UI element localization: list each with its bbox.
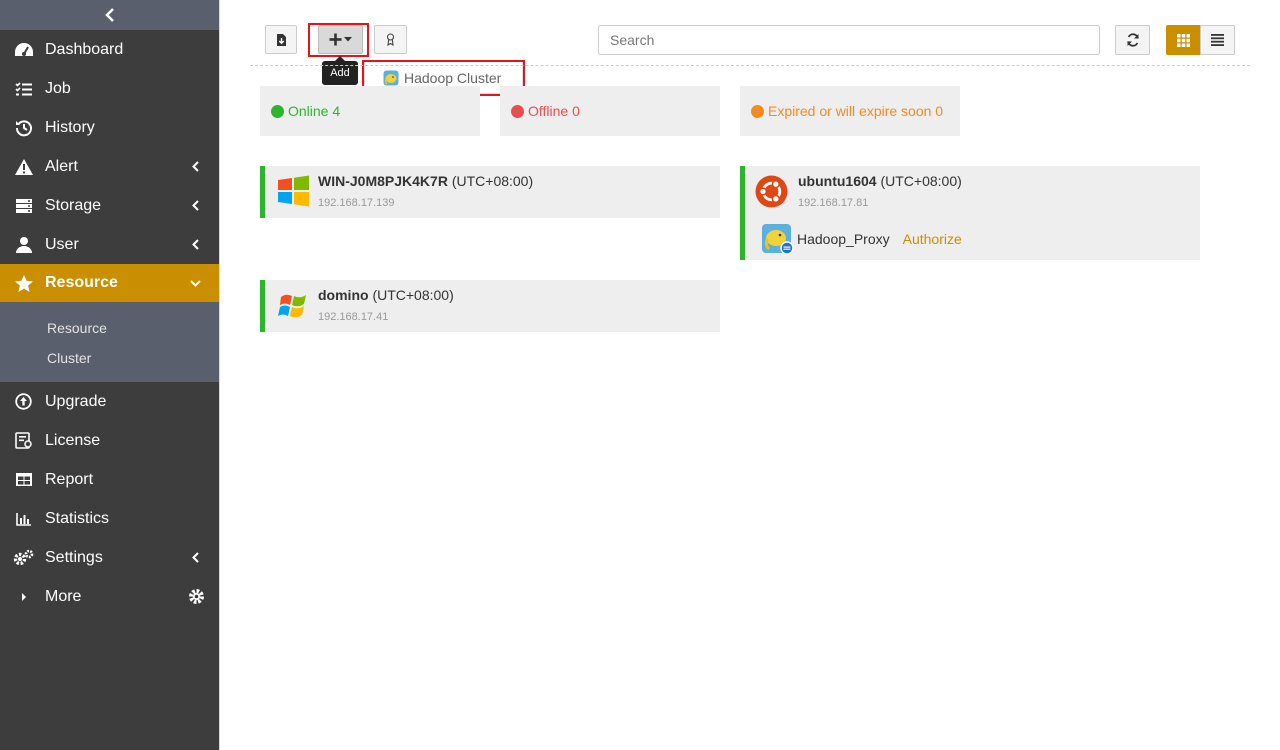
grid-icon bbox=[1177, 33, 1190, 47]
sidebar-collapse-button[interactable] bbox=[0, 0, 219, 30]
sidebar-item-resource[interactable]: Resource bbox=[0, 264, 219, 302]
status-offline-label: Offline 0 bbox=[528, 103, 580, 119]
dashboard-icon bbox=[14, 42, 33, 56]
grid-view-button[interactable] bbox=[1166, 25, 1201, 55]
status-online-label: Online 4 bbox=[288, 103, 341, 119]
status-expired[interactable]: Expired or will expire soon 0 bbox=[740, 86, 960, 136]
sidebar-item-more[interactable]: More bbox=[0, 577, 219, 616]
host-name: WIN-J0M8PJK4K7R (UTC+08:00) bbox=[318, 173, 534, 189]
status-online[interactable]: Online 4 bbox=[260, 86, 480, 136]
user-icon bbox=[15, 237, 32, 253]
import-button[interactable] bbox=[265, 25, 297, 54]
sidebar: Dashboard Job History Alert Storage User… bbox=[0, 0, 220, 750]
chevron-down-icon bbox=[189, 279, 201, 287]
app-row-hadoop-proxy: Hadoop_Proxy Authorize bbox=[745, 218, 1200, 260]
online-dot-icon bbox=[271, 104, 284, 118]
ribbon-badge-icon bbox=[386, 33, 395, 46]
license-icon bbox=[14, 432, 32, 449]
ubuntu-icon bbox=[755, 175, 787, 208]
statistics-icon bbox=[15, 512, 31, 526]
license-button[interactable] bbox=[374, 25, 407, 54]
list-icon bbox=[1211, 34, 1224, 46]
chevron-left-icon bbox=[191, 239, 199, 250]
sidebar-item-job[interactable]: Job bbox=[0, 69, 219, 108]
hadoop-proxy-icon bbox=[762, 224, 794, 255]
host-card-domino[interactable]: domino (UTC+08:00) 192.168.17.41 bbox=[260, 280, 720, 332]
host-ip: 192.168.17.41 bbox=[318, 311, 389, 323]
star-icon bbox=[14, 274, 33, 292]
host-name: ubuntu1604 (UTC+08:00) bbox=[798, 173, 962, 189]
history-icon bbox=[15, 119, 32, 136]
windows-icon bbox=[277, 175, 309, 207]
host-name: domino (UTC+08:00) bbox=[318, 287, 454, 303]
sidebar-item-history[interactable]: History bbox=[0, 108, 219, 147]
sidebar-item-alert[interactable]: Alert bbox=[0, 147, 219, 186]
resource-submenu: Resource Cluster bbox=[0, 302, 219, 382]
report-icon bbox=[15, 473, 32, 486]
search-input[interactable] bbox=[598, 25, 1100, 55]
status-expired-label: Expired or will expire soon 0 bbox=[768, 103, 944, 119]
status-offline[interactable]: Offline 0 bbox=[500, 86, 720, 136]
sidebar-item-license[interactable]: License bbox=[0, 421, 219, 460]
sidebar-item-settings[interactable]: Settings bbox=[0, 538, 219, 577]
upgrade-icon bbox=[15, 393, 32, 410]
settings-icon bbox=[13, 549, 33, 566]
file-download-icon bbox=[276, 33, 286, 46]
chevron-left-icon bbox=[191, 161, 199, 172]
chevron-left-icon bbox=[191, 200, 199, 211]
alert-icon bbox=[14, 158, 33, 175]
chevron-left-icon bbox=[191, 552, 199, 563]
list-view-button[interactable] bbox=[1200, 25, 1235, 55]
sidebar-item-upgrade[interactable]: Upgrade bbox=[0, 382, 219, 421]
sidebar-item-user[interactable]: User bbox=[0, 225, 219, 264]
submenu-item-cluster[interactable]: Cluster bbox=[0, 343, 219, 373]
sidebar-item-storage[interactable]: Storage bbox=[0, 186, 219, 225]
sidebar-item-report[interactable]: Report bbox=[0, 460, 219, 499]
offline-dot-icon bbox=[511, 104, 524, 118]
app-name: Hadoop_Proxy bbox=[797, 231, 890, 247]
caret-right-icon bbox=[21, 592, 26, 601]
refresh-icon bbox=[1126, 33, 1139, 47]
refresh-button[interactable] bbox=[1115, 25, 1150, 55]
host-card-ubuntu[interactable]: ubuntu1604 (UTC+08:00) 192.168.17.81 Had… bbox=[740, 166, 1200, 260]
host-ip: 192.168.17.81 bbox=[798, 197, 869, 209]
host-ip: 192.168.17.139 bbox=[318, 197, 395, 209]
sidebar-item-statistics[interactable]: Statistics bbox=[0, 499, 219, 538]
storage-icon bbox=[15, 198, 32, 213]
windows-xp-icon bbox=[277, 294, 306, 318]
sidebar-item-dashboard[interactable]: Dashboard bbox=[0, 30, 219, 69]
toolbar-divider bbox=[250, 65, 1250, 66]
gear-icon[interactable] bbox=[188, 588, 205, 605]
job-list-icon bbox=[14, 81, 32, 95]
submenu-item-resource[interactable]: Resource bbox=[0, 313, 219, 343]
expired-dot-icon bbox=[751, 104, 764, 118]
add-button-highlight bbox=[308, 23, 369, 57]
authorize-link[interactable]: Authorize bbox=[903, 231, 962, 247]
host-card-win[interactable]: WIN-J0M8PJK4K7R (UTC+08:00) 192.168.17.1… bbox=[260, 166, 720, 218]
chevron-left-icon bbox=[104, 8, 114, 22]
